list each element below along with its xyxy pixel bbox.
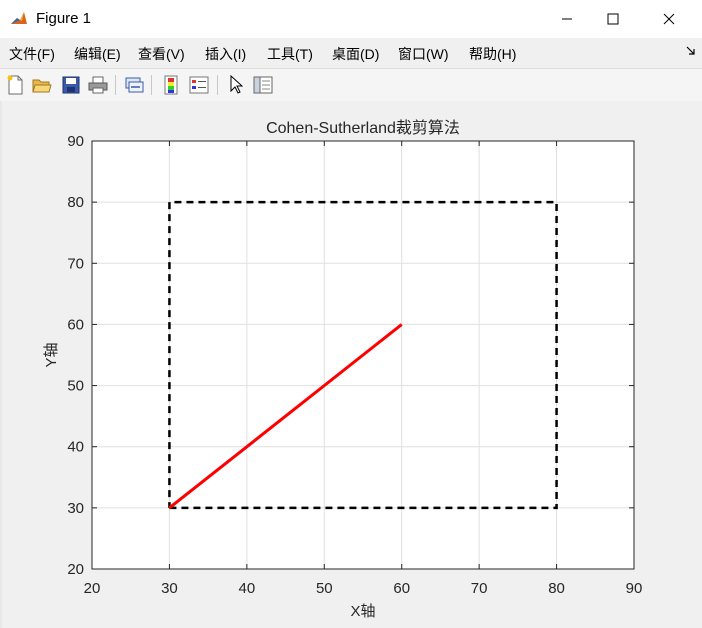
x-axis-label: X轴	[350, 603, 375, 620]
x-tick-label: 80	[548, 580, 565, 597]
y-tick-label: 40	[67, 439, 84, 456]
y-tick-label: 20	[67, 561, 84, 578]
y-tick-label: 60	[67, 316, 84, 333]
plot-canvas: 20 30 40 50 60 70 80 90 20 30 40 50 60 70 80 90 Cohen-S…	[43, 118, 643, 620]
x-tick-label: 60	[393, 580, 410, 597]
y-tick-label: 50	[67, 378, 84, 395]
x-tick-label: 70	[471, 580, 488, 597]
x-tick-label: 30	[161, 580, 178, 597]
y-tick-label: 70	[67, 255, 84, 272]
chart-title: Cohen-Sutherland裁剪算法	[266, 118, 460, 137]
y-tick-label: 90	[67, 133, 84, 150]
x-tick-label: 20	[84, 580, 101, 597]
y-axis-label: Y轴	[43, 342, 60, 367]
x-tick-label: 50	[316, 580, 333, 597]
x-tick-label: 40	[239, 580, 256, 597]
x-tick-label: 90	[626, 580, 643, 597]
y-tick-label: 80	[67, 194, 84, 211]
y-tick-label: 30	[67, 500, 84, 517]
